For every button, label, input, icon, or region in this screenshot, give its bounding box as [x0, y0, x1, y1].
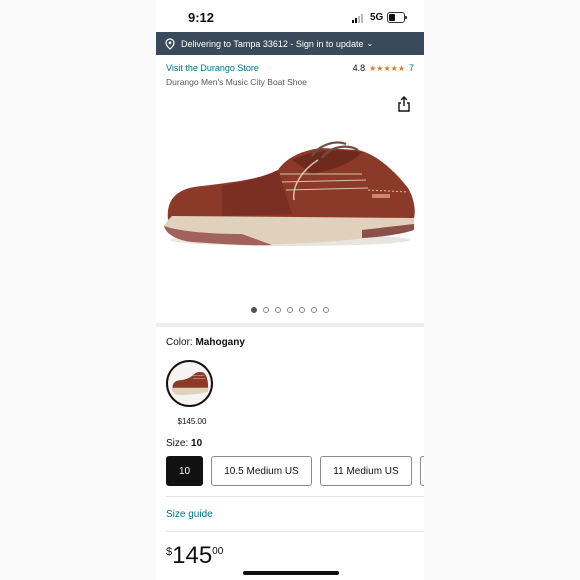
- signal-icon: [352, 14, 366, 23]
- left-background: [0, 0, 156, 580]
- size-guide-link[interactable]: Size guide: [166, 509, 213, 520]
- size-options: 10 10.5 Medium US 11 Medium US: [166, 456, 424, 488]
- swatch-price: $145.00: [177, 417, 207, 426]
- location-pin-icon: [165, 37, 175, 50]
- size-option-more[interactable]: [420, 456, 424, 486]
- right-background: [424, 0, 580, 580]
- status-time: 9:12: [188, 10, 215, 25]
- chevron-down-icon: ⌄: [366, 39, 374, 48]
- gallery-dot[interactable]: [251, 307, 257, 313]
- price-fraction: 00: [212, 546, 224, 557]
- color-label-row: Color: Mahogany: [166, 337, 245, 348]
- phone-screen: 9:12 5G Delivering to Tampa 33612 - Sign…: [156, 0, 424, 580]
- size-option-10-5-medium[interactable]: 10.5 Medium US: [211, 456, 312, 486]
- status-bar: 9:12 5G: [156, 0, 424, 32]
- delivery-text: Delivering to Tampa 33612 - Sign in to u…: [181, 38, 364, 49]
- color-value: Mahogany: [195, 337, 245, 348]
- size-value: 10: [191, 438, 203, 449]
- product-image-shoe: [164, 141, 415, 246]
- size-label: Size:: [166, 438, 189, 449]
- product-image-gallery[interactable]: [156, 90, 424, 322]
- battery-icon: [387, 12, 407, 23]
- color-swatch-mahogany[interactable]: [166, 360, 213, 407]
- store-header: Visit the Durango Store Durango Men's Mu…: [156, 55, 424, 93]
- star-rating-icon: ★★★★★: [369, 63, 405, 73]
- network-label: 5G: [370, 12, 384, 23]
- section-divider: [156, 323, 424, 327]
- rating-value: 4.8: [352, 63, 366, 73]
- gallery-dot[interactable]: [323, 307, 329, 313]
- price: $ 145 00: [166, 543, 223, 569]
- gallery-dot[interactable]: [287, 307, 293, 313]
- product-title: Durango Men's Music City Boat Shoe: [166, 77, 307, 87]
- gallery-dot[interactable]: [299, 307, 305, 313]
- swatch-shoe-image: [171, 371, 209, 395]
- home-indicator[interactable]: [243, 571, 339, 575]
- share-icon[interactable]: [397, 96, 411, 112]
- delivery-bar[interactable]: Delivering to Tampa 33612 - Sign in to u…: [156, 32, 424, 55]
- gallery-dot[interactable]: [311, 307, 317, 313]
- rating[interactable]: 4.8 ★★★★★ 7: [353, 63, 414, 73]
- size-option-11-medium[interactable]: 11 Medium US: [320, 456, 412, 486]
- size-label-row: Size: 10: [166, 438, 202, 449]
- gallery-dot[interactable]: [275, 307, 281, 313]
- gallery-pagination[interactable]: [156, 307, 424, 313]
- divider: [166, 496, 424, 497]
- price-whole: 145: [172, 542, 213, 569]
- color-label: Color:: [166, 337, 193, 348]
- size-option-10[interactable]: 10: [166, 456, 203, 486]
- gallery-dot[interactable]: [263, 307, 269, 313]
- rating-count[interactable]: 7: [409, 63, 414, 73]
- divider: [166, 531, 424, 532]
